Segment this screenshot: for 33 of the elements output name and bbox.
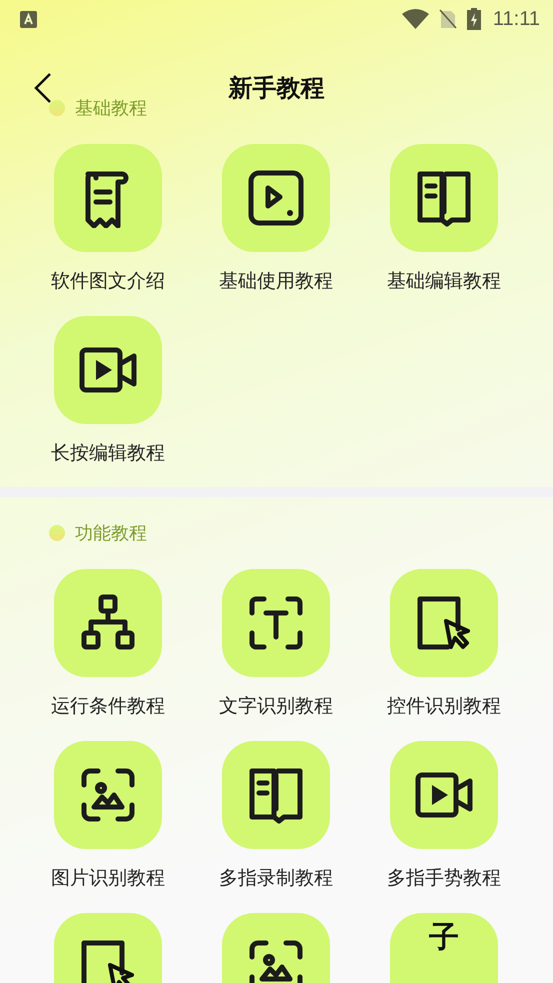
tutorial-label: 图片识别教程 bbox=[51, 866, 165, 890]
battery-charging-icon bbox=[466, 8, 481, 30]
tutorial-tile[interactable] bbox=[390, 741, 498, 849]
tutorial-tile[interactable]: 子 bbox=[390, 913, 498, 983]
tutorial-label: 基础编辑教程 bbox=[387, 269, 501, 293]
section-title: 基础教程 bbox=[75, 97, 147, 120]
glyph-icon: 子 bbox=[429, 923, 459, 953]
tutorial-tile[interactable] bbox=[54, 569, 162, 677]
tutorial-tile[interactable] bbox=[222, 144, 330, 252]
app-notification-icon bbox=[20, 10, 37, 28]
bullet-dot-icon bbox=[49, 525, 65, 541]
tutorial-tile[interactable] bbox=[222, 569, 330, 677]
wifi-icon bbox=[402, 9, 429, 29]
tutorial-tile[interactable] bbox=[54, 741, 162, 849]
tutorial-tile[interactable] bbox=[390, 144, 498, 252]
tutorial-label: 长按编辑教程 bbox=[51, 441, 165, 465]
tutorial-label: 控件识别教程 bbox=[387, 694, 501, 718]
page-title: 新手教程 bbox=[228, 74, 324, 102]
tutorial-tile[interactable] bbox=[390, 569, 498, 677]
tutorial-label: 多指手势教程 bbox=[387, 866, 501, 890]
tutorial-tile[interactable] bbox=[54, 144, 162, 252]
tutorial-label: 文字识别教程 bbox=[219, 694, 333, 718]
tutorial-label: 多指录制教程 bbox=[219, 866, 333, 890]
tutorial-label: 软件图文介绍 bbox=[51, 269, 165, 293]
bullet-dot-icon bbox=[49, 100, 65, 116]
tutorial-tile[interactable] bbox=[54, 316, 162, 424]
tutorial-label: 基础使用教程 bbox=[219, 269, 333, 293]
section-title: 功能教程 bbox=[75, 522, 147, 545]
no-sim-icon bbox=[438, 9, 457, 29]
play-icon bbox=[246, 168, 306, 228]
status-time: 11:11 bbox=[492, 8, 540, 30]
tutorial-tile[interactable] bbox=[222, 741, 330, 849]
tutorial-label: 运行条件教程 bbox=[51, 694, 165, 718]
